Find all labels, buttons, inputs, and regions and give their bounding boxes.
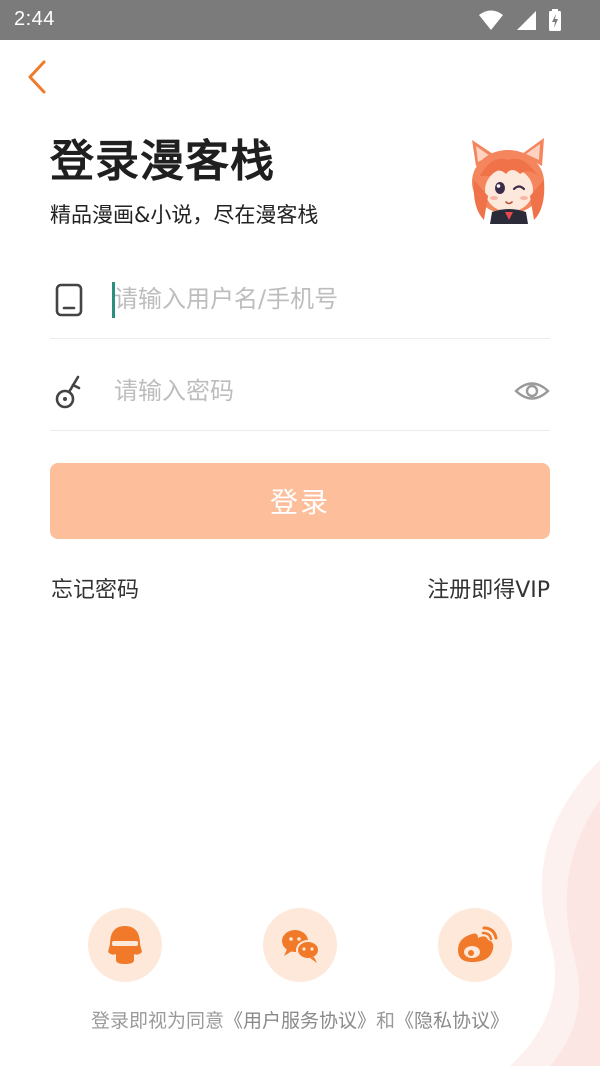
status-bar: 2:44 [0,0,600,40]
weibo-icon [458,926,498,962]
register-vip-link[interactable]: 注册即得VIP [427,572,550,604]
status-time: 2:44 [14,8,55,30]
mascot-image [462,136,554,224]
eye-icon[interactable] [514,376,550,406]
username-field [50,246,550,339]
qq-icon [108,926,142,964]
phone-icon [55,283,83,317]
agreement-text: 登录即视为同意《用户服务协议》和《隐私协议》 [0,1006,600,1033]
forgot-password-link[interactable]: 忘记密码 [51,572,139,604]
weibo-login-button[interactable] [438,908,512,982]
username-input[interactable] [114,280,494,318]
privacy-link[interactable]: 《隐私协议》 [395,1010,509,1032]
password-input[interactable] [114,372,494,410]
page-subtitle: 精品漫画&小说，尽在漫客栈 [50,203,319,227]
wechat-icon [282,930,320,963]
wifi-icon [478,10,503,30]
page-title: 登录漫客栈 [50,136,275,187]
chevron-left-icon [28,60,46,94]
agreement-and: 和 [376,1010,396,1032]
agreement-prefix: 登录即视为同意 [90,1010,224,1032]
wechat-login-button[interactable] [263,908,337,982]
terms-link[interactable]: 《用户服务协议》 [224,1010,376,1032]
back-button[interactable] [22,58,58,98]
status-icons [472,9,562,31]
key-icon [55,375,81,409]
battery-charging-icon [549,9,561,31]
qq-login-button[interactable] [88,908,162,982]
login-button[interactable]: 登录 [50,463,550,539]
signal-icon [516,11,536,30]
password-field [50,338,550,431]
